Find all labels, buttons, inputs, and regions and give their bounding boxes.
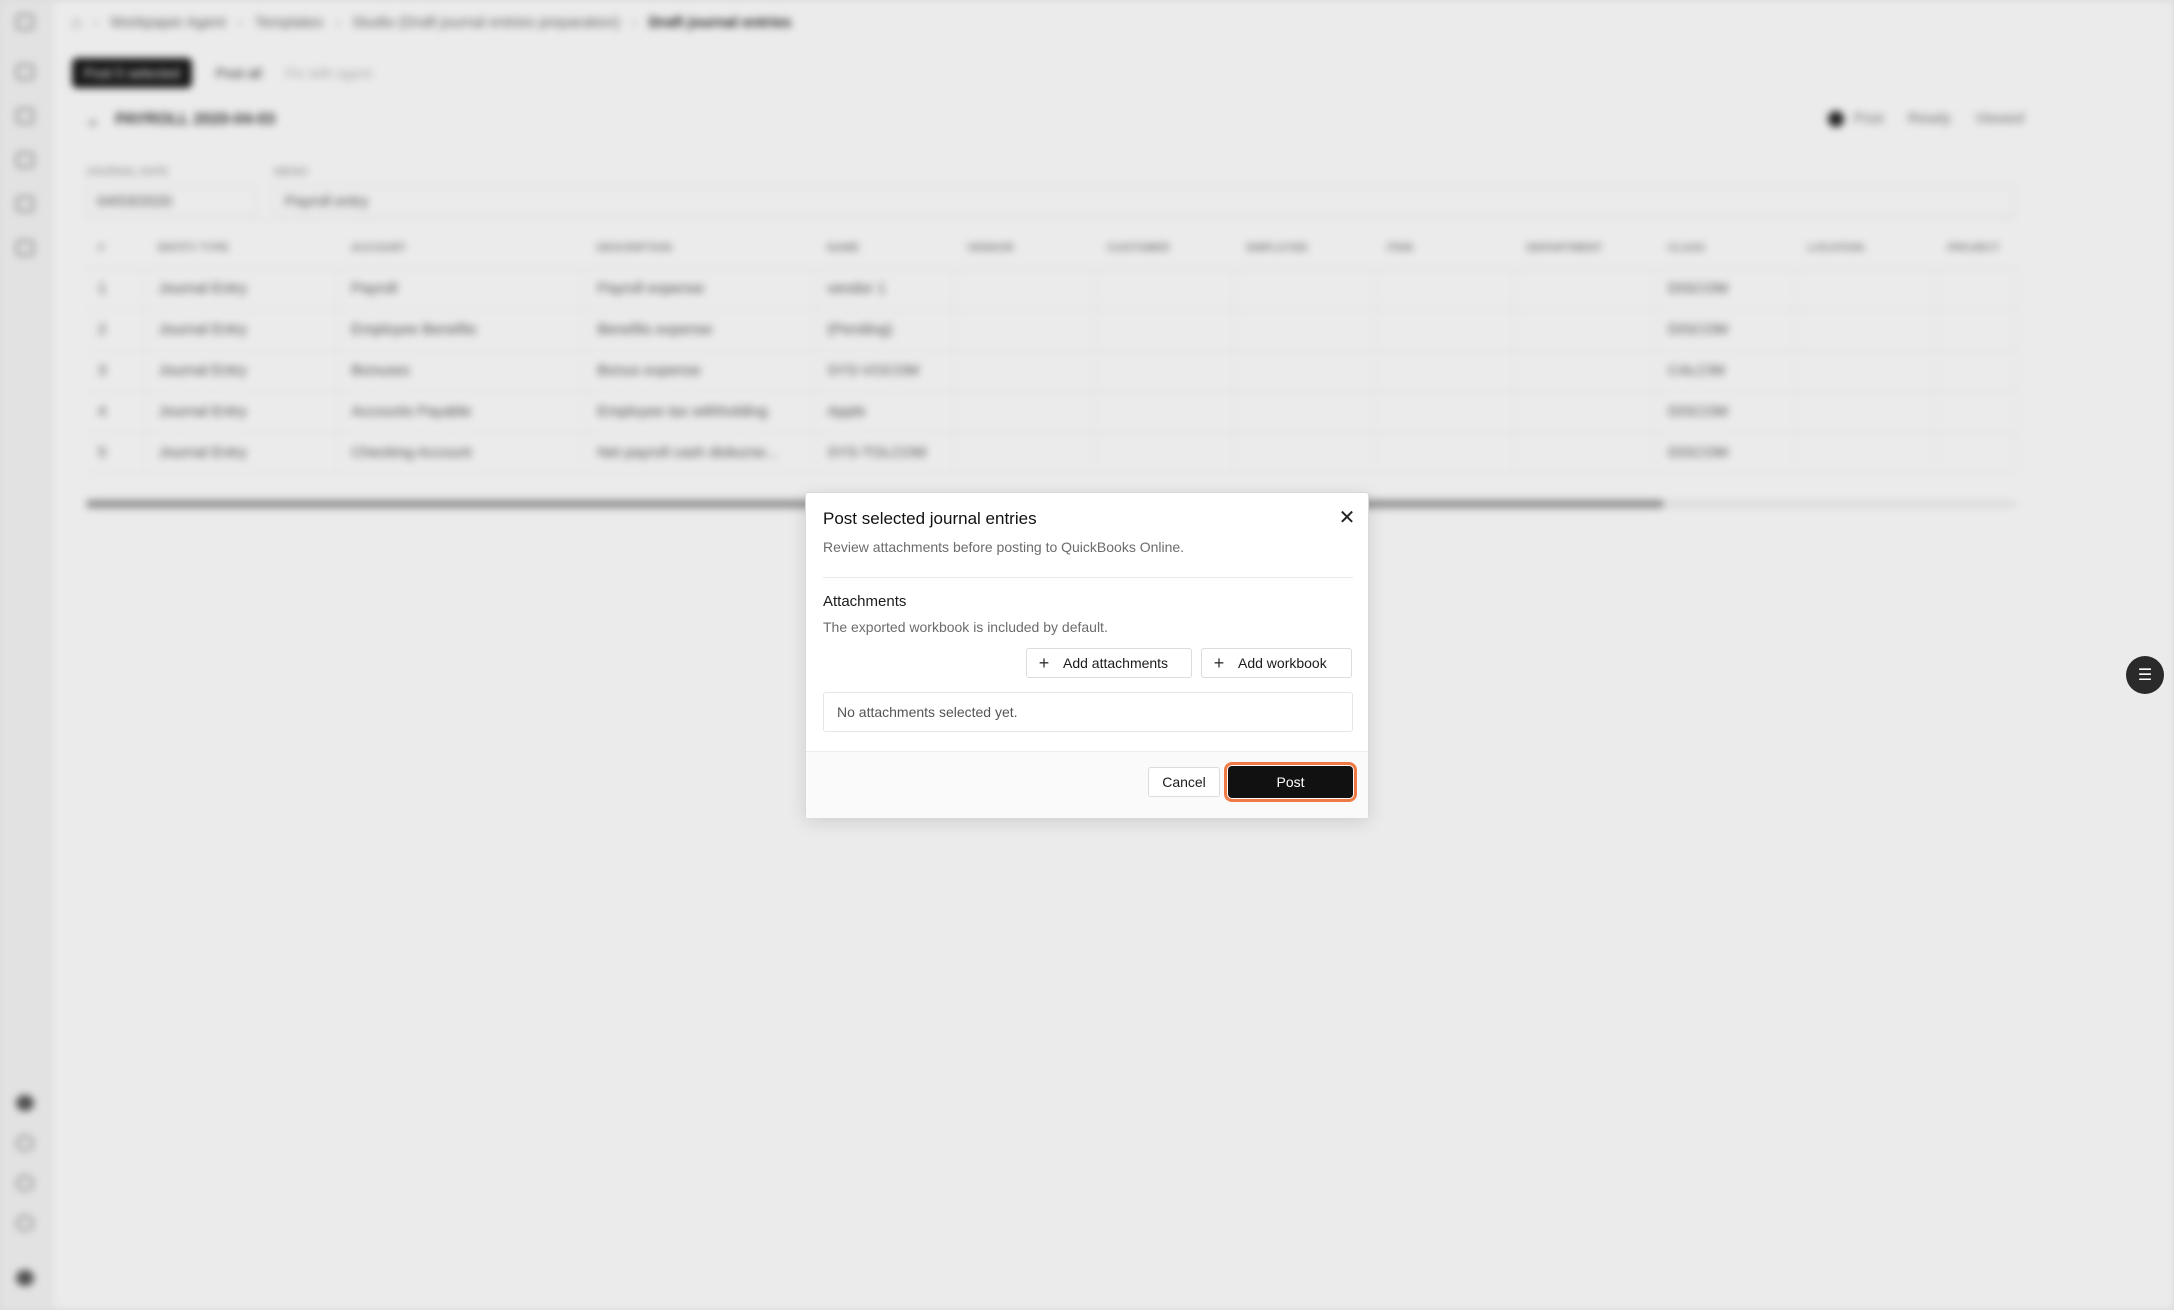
post-button[interactable]: Post [1224,762,1357,802]
dialog-title: Post selected journal entries [823,509,1037,528]
attachments-description: The exported workbook is included by def… [823,619,1108,635]
plus-icon: + [1213,653,1225,673]
plus-icon: + [1038,653,1050,673]
attachments-heading: Attachments [823,593,907,610]
dialog-subtitle: Review attachments before posting to Qui… [823,539,1185,555]
assistant-fab[interactable]: ☰ [2126,656,2164,694]
add-workbook-button[interactable]: + Add workbook [1201,648,1352,678]
divider [823,577,1353,578]
attachments-empty-state: No attachments selected yet. [823,692,1353,732]
post-journal-entries-dialog: Post selected journal entries Review att… [805,492,1369,818]
list-settings-icon: ☰ [2137,667,2153,684]
add-workbook-label: Add workbook [1238,655,1327,671]
add-attachments-button[interactable]: + Add attachments [1026,648,1192,678]
cancel-button[interactable]: Cancel [1148,767,1220,797]
add-attachments-label: Add attachments [1063,655,1169,671]
dialog-footer: Cancel Post [806,751,1368,818]
close-icon[interactable]: ✕ [1336,507,1358,529]
